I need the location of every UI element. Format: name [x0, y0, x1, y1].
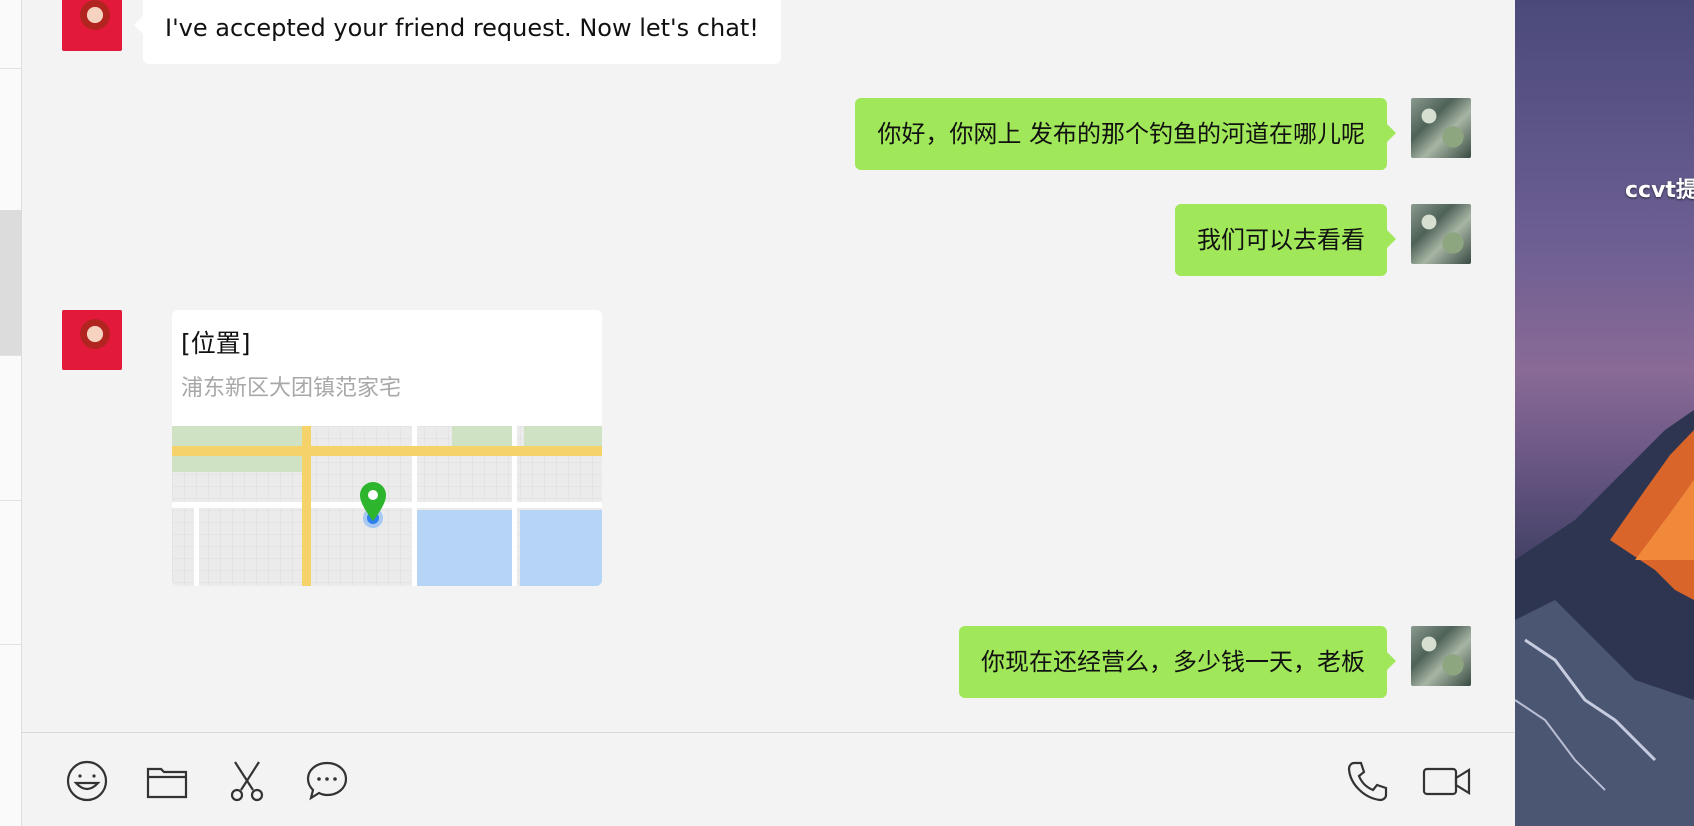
mountain-graphic — [1515, 410, 1694, 826]
contact-avatar[interactable] — [62, 0, 122, 51]
sent-message-bubble[interactable]: 我们可以去看看 — [1175, 204, 1396, 276]
message-text: I've accepted your friend request. Now l… — [165, 14, 759, 42]
received-message-bubble[interactable]: I've accepted your friend request. Now l… — [134, 0, 781, 64]
location-title: [位置] — [181, 329, 251, 358]
my-avatar[interactable] — [1411, 98, 1471, 158]
my-avatar[interactable] — [1411, 626, 1471, 686]
list-separator — [0, 68, 21, 69]
chat-bubble-icon[interactable] — [305, 759, 349, 803]
location-address: 浦东新区大团镇范家宅 — [181, 376, 402, 401]
scissors-icon[interactable] — [225, 759, 269, 803]
location-message-card[interactable]: [位置] 浦东新区大团镇范家宅 — [172, 310, 602, 586]
conversation-list-edge[interactable] — [0, 0, 22, 826]
message-text: 你现在还经营么，多少钱一天，老板 — [981, 648, 1365, 676]
message-text: 我们可以去看看 — [1197, 226, 1365, 254]
sent-message-bubble[interactable]: 你好，你网上 发布的那个钓鱼的河道在哪儿呢 — [855, 98, 1396, 170]
folder-icon[interactable] — [145, 759, 189, 803]
list-separator — [0, 644, 21, 645]
video-call-icon[interactable] — [1422, 759, 1472, 803]
emoji-icon[interactable] — [65, 759, 109, 803]
list-separator — [0, 355, 21, 356]
message-text: 你好，你网上 发布的那个钓鱼的河道在哪儿呢 — [877, 120, 1365, 148]
desktop-item-label[interactable]: ccvt提 — [1625, 172, 1694, 204]
list-separator — [0, 500, 21, 501]
desktop-wallpaper: ccvt提 — [1515, 0, 1694, 826]
selected-conversation-highlight[interactable] — [0, 210, 21, 355]
sent-message-bubble[interactable]: 你现在还经营么，多少钱一天，老板 — [959, 626, 1396, 698]
chat-message-area[interactable]: I've accepted your friend request. Now l… — [22, 0, 1514, 732]
map-graphic — [172, 426, 602, 586]
contact-avatar[interactable] — [62, 310, 122, 370]
phone-icon[interactable] — [1345, 759, 1389, 803]
my-avatar[interactable] — [1411, 204, 1471, 264]
location-map-preview[interactable] — [172, 426, 602, 586]
input-toolbar — [22, 733, 1514, 826]
